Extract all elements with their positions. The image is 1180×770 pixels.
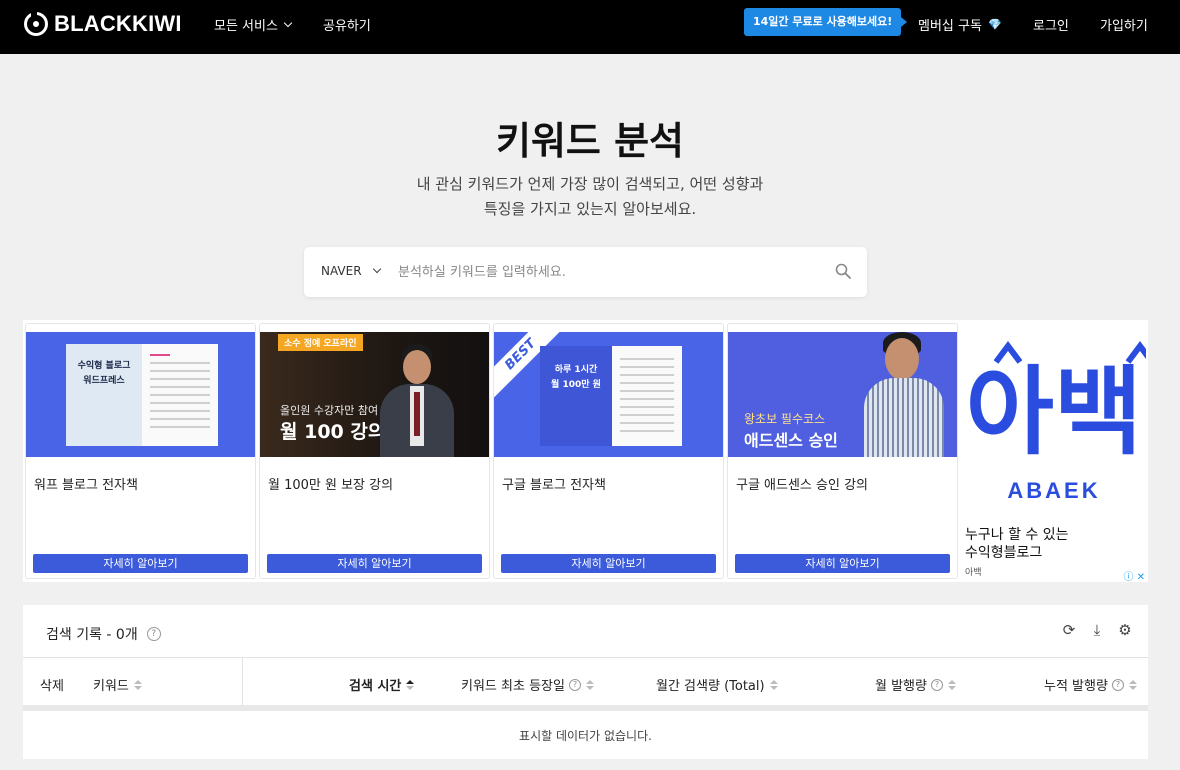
ad-card-title: 구글 블로그 전자책: [502, 478, 606, 493]
adchoices-icon[interactable]: ⓘ ✕: [1123, 568, 1145, 583]
column-first-seen-label: 키워드 최초 등장일: [461, 679, 565, 694]
column-monthly-volume-label: 월간 검색량 (Total): [656, 679, 765, 694]
help-icon[interactable]: ?: [1111, 678, 1124, 691]
learn-more-button[interactable]: 자세히 알아보기: [33, 554, 248, 573]
free-trial-badge[interactable]: 14일간 무료로 사용해보세요!: [744, 8, 908, 36]
sort-icon: [406, 679, 415, 691]
learn-more-button[interactable]: 자세히 알아보기: [501, 554, 716, 573]
history-toolbar: ⟳ ⤓ ⚙: [1060, 621, 1134, 639]
abaek-ad[interactable]: 아백 ABAEK 누구나 할 수 있는 수익형블로그 아백 ⓘ ✕: [960, 320, 1148, 583]
subtitle-line-2: 특징을 가지고 있는지 알아보세요.: [483, 200, 697, 218]
help-icon[interactable]: ?: [930, 678, 943, 691]
search-history-panel: 검색 기록 - 0개 ? ⟳ ⤓ ⚙ 삭제 키워드 검색 시간 키워드 최초 등…: [23, 605, 1148, 759]
ad-card-title: 구글 애드센스 승인 강의: [736, 478, 868, 493]
ad-image-line-2: 애드센스 승인: [744, 431, 838, 450]
column-search-time-label: 검색 시간: [349, 679, 402, 694]
ad-card[interactable]: 수익형 블로그 워드프레스 워프 블로그 전자책 자세히 알아보기: [25, 323, 256, 579]
column-first-seen[interactable]: 키워드 최초 등장일 ?: [461, 675, 594, 694]
login-link[interactable]: 로그인: [1033, 15, 1069, 34]
all-services-menu[interactable]: 모든 서비스: [214, 15, 293, 34]
book-title-2: 월 100만 원: [551, 380, 601, 390]
abaek-copy-line-1: 누구나 할 수 있는: [965, 527, 1069, 543]
column-delete: 삭제: [40, 679, 64, 694]
column-monthly-posts-label: 월 발행량: [875, 679, 927, 694]
search-history-count: 검색 기록 - 0개: [46, 627, 138, 643]
sort-icon: [133, 679, 142, 691]
search-icon[interactable]: [835, 263, 851, 279]
chevron-down-icon: [372, 264, 381, 274]
membership-label: 멤버십 구독: [918, 19, 982, 34]
book-title-1: 수익형 블로그: [77, 361, 131, 371]
empty-table-message: 표시할 데이터가 없습니다.: [519, 729, 652, 743]
column-monthly-volume[interactable]: 월간 검색량 (Total): [656, 675, 778, 694]
ad-banner: 수익형 블로그 워드프레스 워프 블로그 전자책 자세히 알아보기 소수 정예 …: [23, 320, 1148, 583]
diamond-icon: 💎: [987, 18, 1002, 31]
keyword-search-input[interactable]: [398, 260, 818, 284]
top-nav: BLACKKIWI 모든 서비스 공유하기 14일간 무료로 사용해보세요! 멤…: [0, 0, 1180, 54]
column-total-posts-label: 누적 발행량: [1044, 679, 1108, 694]
abaek-logo-text: 아백: [966, 356, 1143, 460]
ad-tag: 소수 정예 오프라인: [278, 334, 363, 351]
column-search-time[interactable]: 검색 시간: [349, 675, 415, 694]
share-link[interactable]: 공유하기: [323, 15, 371, 34]
search-history-title: 검색 기록 - 0개 ?: [46, 624, 161, 644]
all-services-label: 모든 서비스: [214, 19, 278, 34]
logo-text: BLACKKIWI: [54, 11, 182, 36]
learn-more-button[interactable]: 자세히 알아보기: [735, 554, 950, 573]
sort-icon: [947, 679, 956, 691]
page-title: 키워드 분석: [495, 119, 685, 163]
abaek-brand: 아백: [965, 568, 982, 578]
column-total-posts[interactable]: 누적 발행량 ?: [1044, 675, 1137, 694]
column-monthly-posts[interactable]: 월 발행량 ?: [875, 675, 956, 694]
membership-link[interactable]: 멤버십 구독 💎: [918, 15, 1002, 34]
ad-card-title: 워프 블로그 전자책: [34, 478, 138, 493]
book-title-2: 워드프레스: [83, 376, 125, 386]
sort-icon: [585, 679, 594, 691]
chevron-down-icon: [283, 18, 293, 27]
column-divider: [242, 657, 243, 705]
page-subtitle: 내 관심 키워드가 언제 가장 많이 검색되고, 어떤 성향과 특징을 가지고 …: [0, 172, 1180, 222]
abaek-copy-line-2: 수익형블로그: [965, 545, 1043, 561]
help-icon[interactable]: ?: [146, 627, 161, 641]
ad-card-title: 월 100만 원 보장 강의: [268, 478, 394, 493]
sort-icon: [1128, 679, 1137, 691]
subtitle-line-1: 내 관심 키워드가 언제 가장 많이 검색되고, 어떤 성향과: [416, 175, 764, 193]
column-keyword[interactable]: 키워드: [93, 675, 142, 694]
ad-image-line-2: 월 100 강의: [280, 421, 386, 443]
book-title-1: 하루 1시간: [554, 365, 598, 375]
table-scrollbar[interactable]: [23, 705, 1148, 711]
ad-card[interactable]: 소수 정예 오프라인 올인원 수강자만 참여 가능 월 100 강의 월 100…: [259, 323, 490, 579]
ad-image-line-1: 왕초보 필수코스: [744, 412, 826, 426]
table-header: 삭제 키워드 검색 시간 키워드 최초 등장일 ? 월간 검색량 (Total)…: [23, 657, 1148, 707]
abaek-copy: 누구나 할 수 있는 수익형블로그: [965, 526, 1069, 562]
gear-icon[interactable]: ⚙: [1116, 621, 1134, 639]
refresh-icon[interactable]: ⟳: [1060, 621, 1078, 639]
column-keyword-label: 키워드: [93, 679, 129, 694]
download-icon[interactable]: ⤓: [1088, 621, 1106, 639]
blackkiwi-logo[interactable]: BLACKKIWI: [24, 9, 182, 37]
search-engine-value: NAVER: [321, 264, 362, 278]
ad-card-image: 수익형 블로그 워드프레스: [26, 332, 255, 457]
abaek-wordmark: ABAEK: [1007, 478, 1101, 503]
ad-card[interactable]: 왕초보 필수코스 애드센스 승인 구글 애드센스 승인 강의 자세히 알아보기: [727, 323, 958, 579]
ad-card-image: BEST 하루 1시간 월 100만 원: [494, 332, 723, 457]
ad-card-image: 소수 정예 오프라인 올인원 수강자만 참여 가능 월 100 강의: [260, 332, 489, 457]
help-icon[interactable]: ?: [568, 678, 581, 691]
ad-card-image: 왕초보 필수코스 애드센스 승인: [728, 332, 957, 457]
learn-more-button[interactable]: 자세히 알아보기: [267, 554, 482, 573]
kiwi-logo-icon: [24, 9, 48, 36]
signup-link[interactable]: 가입하기: [1100, 15, 1148, 34]
sort-icon: [769, 679, 778, 691]
search-engine-select[interactable]: NAVER: [321, 264, 381, 278]
keyword-search-box: NAVER: [304, 247, 867, 297]
abaek-logo: 아백: [966, 341, 1146, 460]
ad-card[interactable]: BEST 하루 1시간 월 100만 원 구글 블로그 전자책 자세히 알아보기: [493, 323, 724, 579]
